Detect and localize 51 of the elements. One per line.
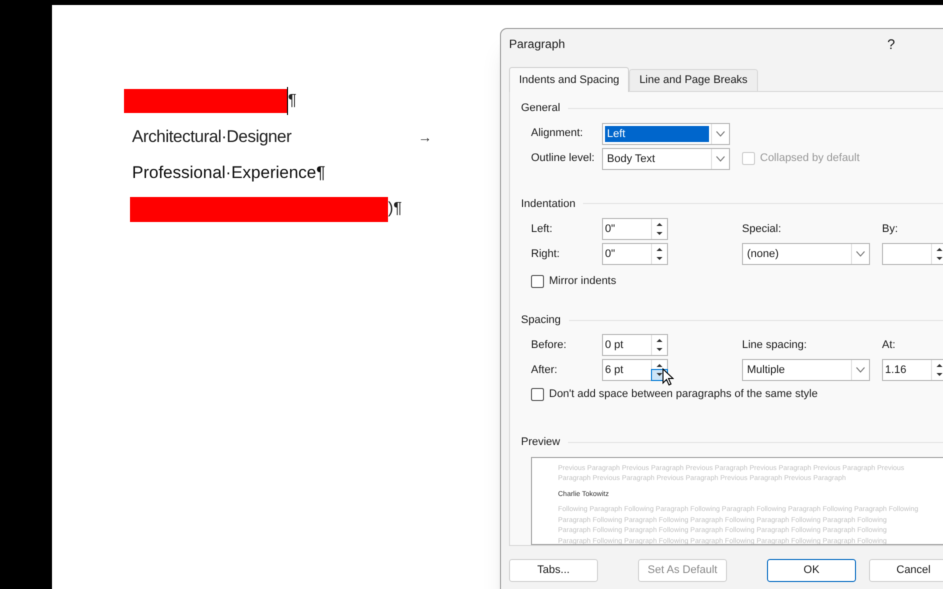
spin-field[interactable]: 0" <box>602 243 668 266</box>
dropdown-value: Body Text <box>606 152 656 166</box>
dropdown-value: (none) <box>746 247 780 262</box>
tab[interactable]: Line and Page Breaks <box>629 69 758 91</box>
section-heading: General <box>521 101 560 116</box>
section-heading-text: Professional·Experience¶ <box>132 162 326 184</box>
checkbox[interactable] <box>531 388 544 402</box>
field-label: Left: <box>531 222 554 237</box>
section-heading: Preview <box>521 435 560 450</box>
spin-value: 0" <box>604 247 616 262</box>
spin-field[interactable] <box>882 243 943 266</box>
field-label: Line spacing: <box>742 338 808 354</box>
checkbox-label: Don't add space between paragraphs of the same style <box>549 387 818 402</box>
mouse-pointer-icon <box>662 368 674 387</box>
field-label: By: <box>882 222 899 237</box>
paragraph-mark: ¶ <box>288 91 297 111</box>
spin-field[interactable]: 6 pt <box>602 359 668 382</box>
field-label: Special: <box>742 222 782 237</box>
paragraph-mark: )¶ <box>388 199 402 219</box>
checkbox-label: Collapsed by default <box>760 151 860 166</box>
tab[interactable]: Indents and Spacing <box>509 67 630 92</box>
spin-field[interactable]: 0" <box>602 218 668 240</box>
dropdown-value: Multiple <box>746 363 786 378</box>
checkbox[interactable] <box>531 274 544 288</box>
dropdown[interactable]: Body Text <box>602 148 730 170</box>
field-label: After: <box>531 363 558 378</box>
spin-value: 0 pt <box>604 338 624 354</box>
dropdown[interactable]: Multiple <box>742 359 870 382</box>
help-button[interactable]: ? <box>887 34 895 54</box>
dialog-button[interactable]: Cancel <box>869 559 943 582</box>
spin-field[interactable]: 1.16 <box>882 359 943 382</box>
dialog-button[interactable]: Tabs... <box>509 559 598 582</box>
checkbox-label: Mirror indents <box>549 274 616 290</box>
dropdown[interactable]: Left <box>602 122 730 144</box>
field-label: Right: <box>531 246 561 262</box>
spin-field[interactable]: 0 pt <box>602 334 668 356</box>
job-title-text: Architectural·Designer <box>132 126 292 148</box>
dropdown-value: Left <box>605 126 709 142</box>
section-heading: Spacing <box>521 312 561 328</box>
dropdown[interactable]: (none) <box>742 243 870 266</box>
dialog-button[interactable]: OK <box>767 559 856 582</box>
field-label: Alignment: <box>531 126 584 142</box>
spin-value: 1.16 <box>884 363 908 378</box>
field-label: At: <box>882 338 896 354</box>
field-label: Before: <box>531 338 568 354</box>
spin-value: 6 pt <box>604 363 624 378</box>
field-label: Outline level: <box>531 151 596 166</box>
spin-value: 0" <box>604 222 616 238</box>
tab-mark: → <box>418 128 432 146</box>
dialog-title: Paragraph <box>509 36 566 53</box>
section-heading: Indentation <box>521 196 576 212</box>
